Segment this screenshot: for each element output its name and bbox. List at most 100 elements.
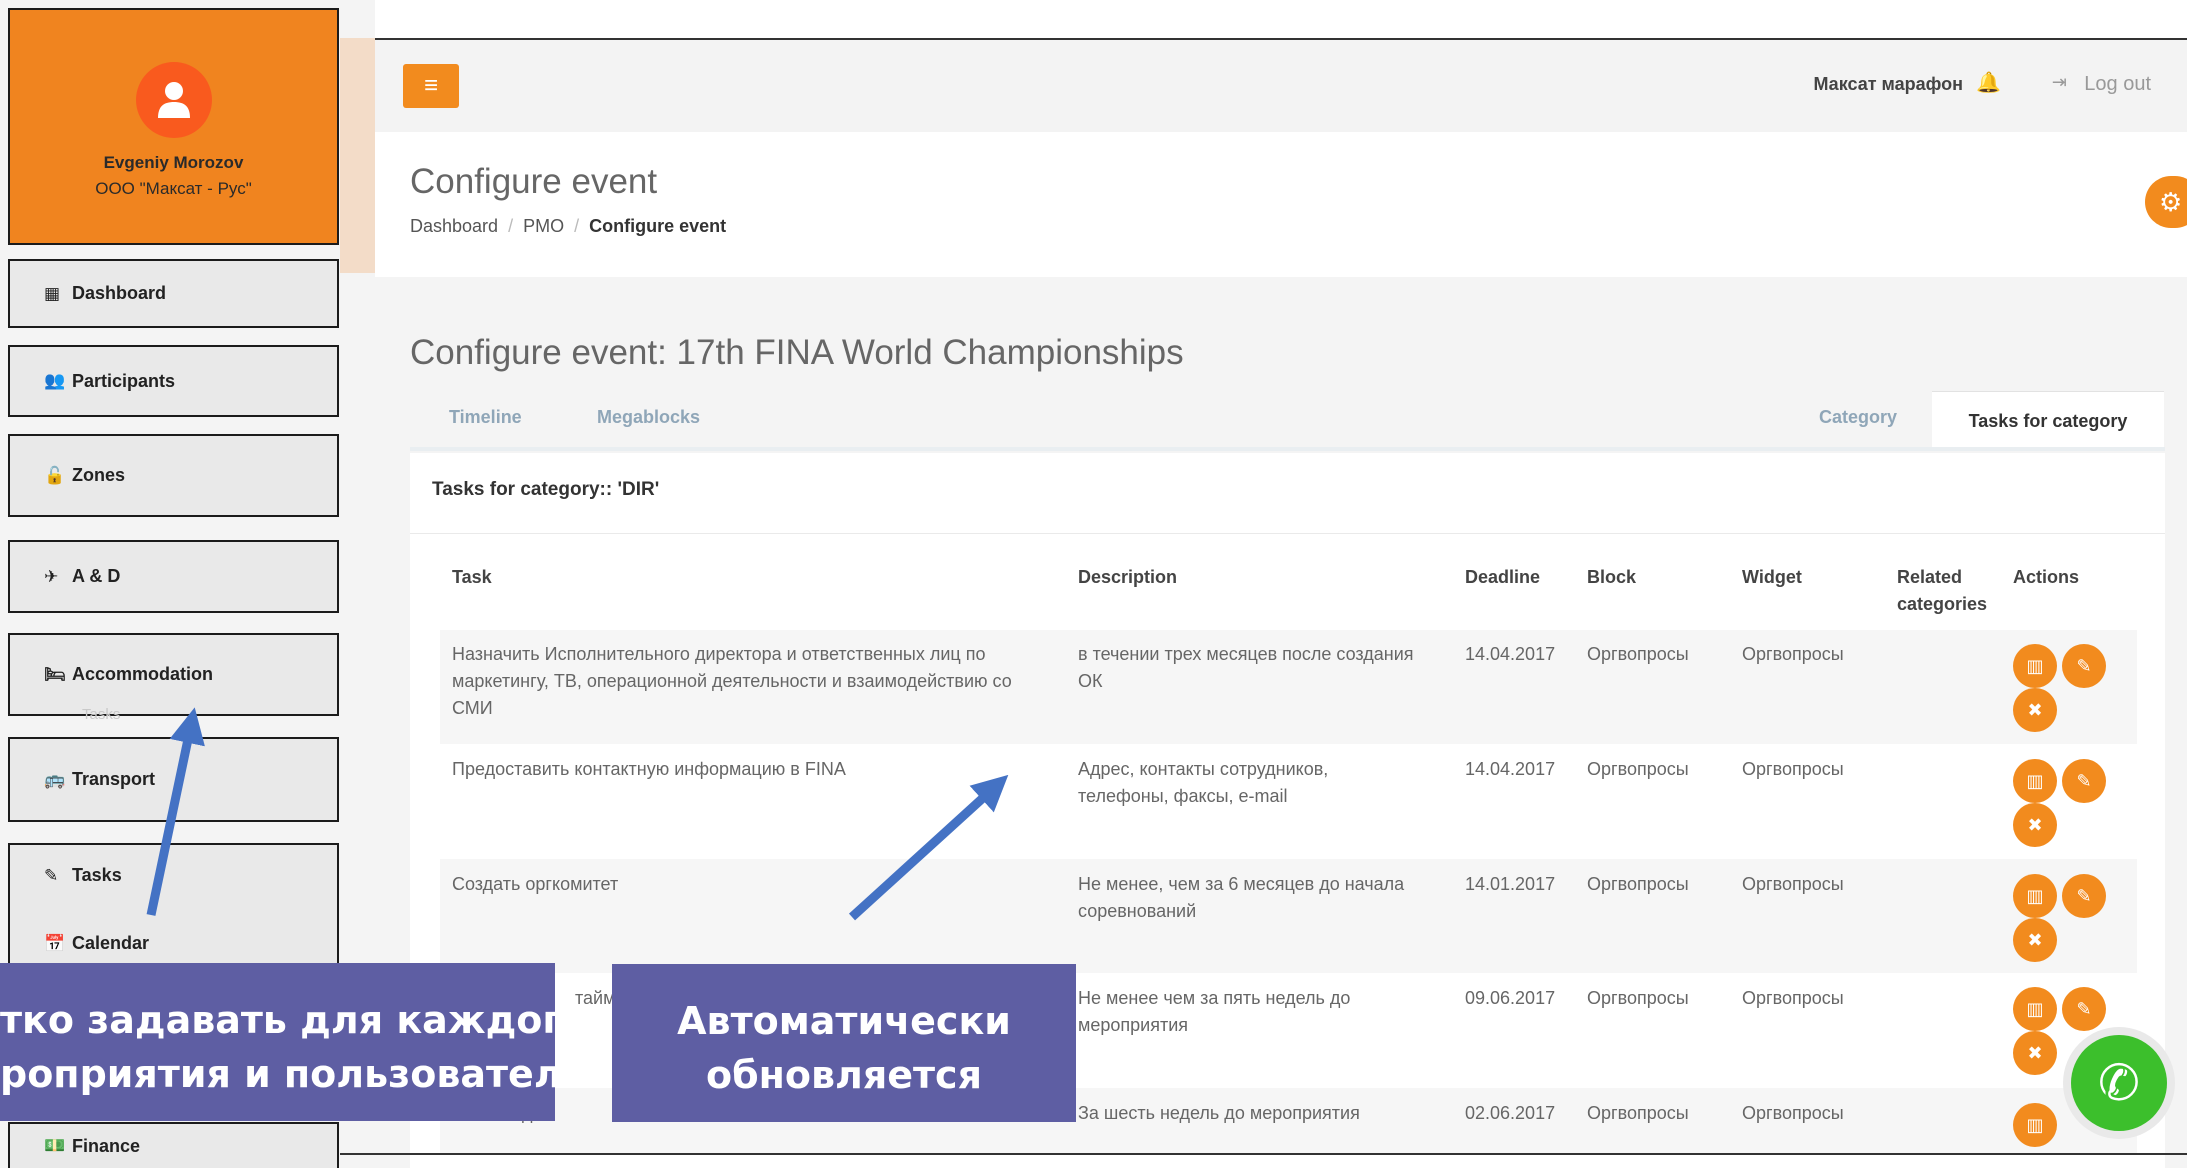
- phone-icon-inner: ✆: [2071, 1035, 2167, 1131]
- chart-icon[interactable]: ▥: [2013, 1103, 2057, 1147]
- calendar-icon: 📅: [44, 933, 66, 953]
- bus-icon: 🚌: [44, 769, 66, 789]
- money-icon: 💵: [44, 1136, 66, 1155]
- sidebar-item-finance[interactable]: 💵 Finance: [8, 1122, 339, 1168]
- sidebar-item-ad[interactable]: ✈ A & D: [8, 540, 339, 613]
- callout-left-line-1: тко задавать для каждого: [0, 998, 555, 1042]
- widget-cell: Оргвопросы: [1742, 1103, 1844, 1123]
- widget-cell: Оргвопросы: [1742, 759, 1844, 779]
- ghost-tasks-label: Tasks: [82, 706, 121, 723]
- sidebar-item-label: Dashboard: [72, 283, 167, 303]
- task-cell: Предоставить контактную информацию в FIN…: [452, 759, 846, 779]
- deadline-cell: 14.04.2017: [1465, 644, 1556, 664]
- bell-icon[interactable]: 🔔: [1976, 70, 2001, 95]
- sidebar-item-participants[interactable]: 👥 Participants: [8, 345, 339, 417]
- tab-category[interactable]: Category: [1819, 407, 1897, 428]
- delete-icon[interactable]: ✖: [2013, 1031, 2057, 1075]
- delete-icon[interactable]: ✖: [2013, 803, 2057, 847]
- callout-right: Автоматически обновляется: [612, 964, 1076, 1122]
- sidebar-item-dashboard[interactable]: ▦ Dashboard: [8, 259, 339, 328]
- profile-card: Evgeniy Morozov ООО "Максат - Рус": [8, 8, 339, 245]
- sidebar-accent-strip: [340, 38, 375, 273]
- column-header-widget[interactable]: Widget: [1742, 564, 1802, 591]
- column-header-actions: Actions: [2013, 567, 2080, 587]
- event-title: Configure event: 17th FINA World Champio…: [410, 333, 1184, 372]
- deadline-cell: 09.06.2017: [1465, 988, 1556, 1008]
- deadline-cell: 02.06.2017: [1465, 1103, 1556, 1123]
- page-title: Configure event: [410, 162, 658, 201]
- top-bar: ≡ Максат марафон 🔔 ⇥ Log out: [375, 38, 2187, 132]
- sidebar-item-accommodation[interactable]: 🛏 Accommodation: [8, 633, 339, 716]
- block-cell: Оргвопросы: [1587, 644, 1689, 664]
- profile-org: ООО "Максат - Рус": [95, 179, 252, 198]
- sidebar-item-label: Transport: [72, 769, 156, 789]
- phone-icon[interactable]: ✆: [2063, 1027, 2175, 1139]
- page-header: Configure event Dashboard / PMO / Configure …: [375, 132, 2187, 277]
- bed-icon: 🛏: [44, 664, 66, 684]
- breadcrumb: Dashboard / PMO / Configure event: [410, 216, 727, 236]
- divider: [340, 1153, 2187, 1155]
- chart-icon[interactable]: ▥: [2013, 987, 2057, 1031]
- description-cell: За шесть недель до мероприятия: [1078, 1103, 1360, 1123]
- edit-icon[interactable]: ✎: [2062, 874, 2106, 918]
- widget-cell: Оргвопросы: [1742, 644, 1844, 664]
- edit-icon[interactable]: ✎: [2062, 759, 2106, 803]
- callout-left: тко задавать для каждого роприятия и пол…: [0, 963, 555, 1121]
- plane-icon: ✈: [44, 566, 59, 586]
- chart-icon[interactable]: ▥: [2013, 759, 2057, 803]
- breadcrumb-dashboard[interactable]: Dashboard: [410, 216, 498, 236]
- description-cell: Не менее, чем за 6 месяцев до начала сор…: [1078, 874, 1405, 921]
- widget-cell: Оргвопросы: [1742, 988, 1844, 1008]
- column-header-deadline[interactable]: Deadline: [1465, 564, 1540, 591]
- block-cell: Оргвопросы: [1587, 759, 1689, 779]
- column-header-description[interactable]: Description: [1078, 564, 1177, 591]
- menu-toggle-button[interactable]: ≡: [403, 64, 459, 108]
- task-cell: Назначить Исполнительного директора и от…: [452, 644, 1012, 718]
- deadline-cell: 14.01.2017: [1465, 874, 1556, 894]
- sidebar-item-label: Tasks: [72, 865, 122, 885]
- sidebar-item-label: A & D: [72, 566, 121, 586]
- sidebar-item-calendar[interactable]: 📅 Calendar: [44, 933, 149, 954]
- sidebar-item-label: Calendar: [72, 933, 150, 953]
- column-header-block[interactable]: Block: [1587, 564, 1636, 591]
- edit-icon[interactable]: ✎: [2062, 987, 2106, 1031]
- breadcrumb-pmo[interactable]: PMO: [523, 216, 564, 236]
- user-icon[interactable]: [136, 62, 212, 138]
- sidebar-item-label: Participants: [72, 370, 176, 391]
- sidebar-item-zones[interactable]: 🔓 Zones: [8, 434, 339, 517]
- column-header-task[interactable]: Task: [452, 564, 492, 591]
- pencil-icon: ✎: [44, 865, 59, 885]
- settings-gears-icon[interactable]: ⚙: [2145, 176, 2187, 228]
- panel-title: Tasks for category:: 'DIR': [432, 479, 660, 500]
- logout-link[interactable]: Log out: [2084, 73, 2151, 96]
- chart-icon[interactable]: ▥: [2013, 874, 2057, 918]
- description-cell: Адрес, контакты сотрудников, телефоны, ф…: [1078, 759, 1329, 806]
- block-cell: Оргвопросы: [1587, 988, 1689, 1008]
- tab-timeline[interactable]: Timeline: [449, 407, 522, 428]
- sidebar-item-transport[interactable]: 🚌 Transport: [8, 737, 339, 822]
- task-cell: Создать оргкомитет: [452, 874, 619, 894]
- delete-icon[interactable]: ✖: [2013, 918, 2057, 962]
- sidebar-item-label: Finance: [72, 1135, 141, 1156]
- sidebar-group: ✎ Tasks 📅 Calendar: [8, 843, 339, 968]
- deadline-cell: 14.04.2017: [1465, 759, 1556, 779]
- tab-megablocks[interactable]: Megablocks: [597, 407, 700, 428]
- callout-left-line-2: роприятия и пользователя: [0, 1052, 555, 1096]
- delete-icon[interactable]: ✖: [2013, 688, 2057, 732]
- user-menu[interactable]: Максат марафон: [1813, 74, 1963, 95]
- unlock-icon: 🔓: [44, 465, 66, 485]
- logout-icon[interactable]: ⇥: [2052, 72, 2067, 93]
- callout-right-line-1: Автоматически: [677, 999, 1011, 1043]
- column-header-related[interactable]: Related categories: [1897, 564, 1997, 618]
- description-cell: Не менее чем за пять недель до мероприят…: [1078, 988, 1351, 1035]
- sidebar-item-tasks[interactable]: ✎ Tasks: [44, 865, 122, 886]
- description-cell: в течении трех месяцев после создания ОК: [1078, 644, 1414, 691]
- chart-icon[interactable]: ▥: [2013, 644, 2057, 688]
- widget-cell: Оргвопросы: [1742, 874, 1844, 894]
- users-icon: 👥: [44, 371, 66, 390]
- block-cell: Оргвопросы: [1587, 1103, 1689, 1123]
- callout-right-line-2: обновляется: [705, 1053, 982, 1097]
- tab-tasks-for-category[interactable]: Tasks for category: [1932, 391, 2164, 449]
- sidebar-item-label: Accommodation: [72, 664, 214, 684]
- edit-icon[interactable]: ✎: [2062, 644, 2106, 688]
